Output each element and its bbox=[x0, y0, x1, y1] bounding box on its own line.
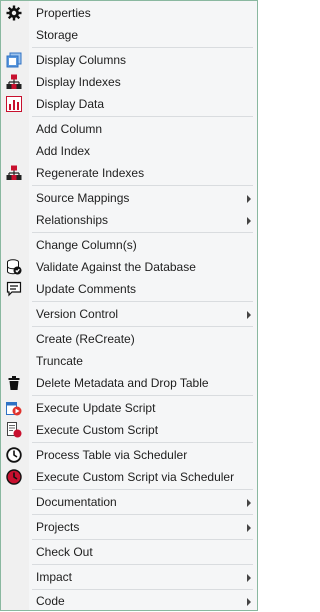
menu-item-label: Display Indexes bbox=[36, 75, 121, 89]
menu-separator bbox=[32, 326, 253, 327]
menu-item-label: Check Out bbox=[36, 545, 93, 559]
submenu-arrow-icon bbox=[247, 499, 251, 507]
menu-item-create-recreate[interactable]: Create (ReCreate) bbox=[1, 328, 257, 350]
menu-item-source-mappings[interactable]: Source Mappings bbox=[1, 187, 257, 209]
menu-separator bbox=[32, 489, 253, 490]
submenu-arrow-icon bbox=[247, 217, 251, 225]
data-chart-icon bbox=[6, 96, 22, 112]
red-clock-icon bbox=[6, 469, 22, 485]
submenu-arrow-icon bbox=[247, 524, 251, 532]
menu-item-version-control[interactable]: Version Control bbox=[1, 303, 257, 325]
execute-script-icon bbox=[6, 400, 22, 416]
submenu-arrow-icon bbox=[247, 574, 251, 582]
menu-item-label: Relationships bbox=[36, 213, 109, 227]
menu-item-update-comments[interactable]: Update Comments bbox=[1, 278, 257, 300]
menu-item-validate-against-database[interactable]: Validate Against the Database bbox=[1, 256, 257, 278]
menu-item-regenerate-indexes[interactable]: Regenerate Indexes bbox=[1, 162, 257, 184]
menu-item-change-columns[interactable]: Change Column(s) bbox=[1, 234, 257, 256]
menu-separator bbox=[32, 564, 253, 565]
menu-item-execute-custom-script-via-scheduler[interactable]: Execute Custom Script via Scheduler bbox=[1, 466, 257, 488]
menu-item-label: Version Control bbox=[36, 307, 119, 321]
database-validate-icon bbox=[6, 259, 22, 275]
menu-item-relationships[interactable]: Relationships bbox=[1, 209, 257, 231]
menu-item-label: Storage bbox=[36, 28, 79, 42]
menu-separator bbox=[32, 185, 253, 186]
menu-item-label: Execute Custom Script bbox=[36, 423, 159, 437]
menu-item-impact[interactable]: Impact bbox=[1, 566, 257, 588]
menu-separator bbox=[32, 116, 253, 117]
menu-item-truncate[interactable]: Truncate bbox=[1, 350, 257, 372]
columns-icon bbox=[6, 52, 22, 68]
context-menu: Properties Storage Display Columns Displ… bbox=[0, 0, 258, 611]
submenu-arrow-icon bbox=[247, 311, 251, 319]
menu-item-properties[interactable]: Properties bbox=[1, 2, 257, 24]
menu-item-display-indexes[interactable]: Display Indexes bbox=[1, 71, 257, 93]
menu-item-projects[interactable]: Projects bbox=[1, 516, 257, 538]
comment-icon bbox=[6, 281, 22, 297]
menu-separator bbox=[32, 232, 253, 233]
menu-item-check-out[interactable]: Check Out bbox=[1, 541, 257, 563]
menu-item-label: Validate Against the Database bbox=[36, 260, 196, 274]
menu-item-label: Add Index bbox=[36, 144, 91, 158]
menu-item-label: Update Comments bbox=[36, 282, 137, 296]
submenu-arrow-icon bbox=[247, 598, 251, 606]
submenu-arrow-icon bbox=[247, 195, 251, 203]
menu-item-label: Projects bbox=[36, 520, 80, 534]
menu-item-storage[interactable]: Storage bbox=[1, 24, 257, 46]
menu-item-label: Execute Custom Script via Scheduler bbox=[36, 470, 235, 484]
menu-item-execute-update-script[interactable]: Execute Update Script bbox=[1, 397, 257, 419]
menu-item-label: Execute Update Script bbox=[36, 401, 156, 415]
menu-separator bbox=[32, 47, 253, 48]
menu-item-add-column[interactable]: Add Column bbox=[1, 118, 257, 140]
menu-separator bbox=[32, 442, 253, 443]
menu-separator bbox=[32, 539, 253, 540]
menu-item-label: Documentation bbox=[36, 495, 117, 509]
menu-separator bbox=[32, 301, 253, 302]
index-hierarchy-icon bbox=[6, 165, 22, 181]
menu-item-process-table-via-scheduler[interactable]: Process Table via Scheduler bbox=[1, 444, 257, 466]
menu-item-label: Delete Metadata and Drop Table bbox=[36, 376, 209, 390]
menu-item-add-index[interactable]: Add Index bbox=[1, 140, 257, 162]
index-hierarchy-icon bbox=[6, 74, 22, 90]
menu-item-label: Regenerate Indexes bbox=[36, 166, 145, 180]
menu-item-code[interactable]: Code bbox=[1, 590, 257, 612]
menu-item-display-data[interactable]: Display Data bbox=[1, 93, 257, 115]
menu-item-label: Source Mappings bbox=[36, 191, 130, 205]
gear-icon bbox=[6, 5, 22, 21]
clock-icon bbox=[6, 447, 22, 463]
menu-item-label: Properties bbox=[36, 6, 91, 20]
menu-item-label: Truncate bbox=[36, 354, 83, 368]
menu-item-documentation[interactable]: Documentation bbox=[1, 491, 257, 513]
menu-item-label: Change Column(s) bbox=[36, 238, 137, 252]
menu-item-execute-custom-script[interactable]: Execute Custom Script bbox=[1, 419, 257, 441]
custom-script-icon bbox=[6, 422, 22, 438]
menu-item-label: Code bbox=[36, 594, 65, 608]
menu-item-label: Create (ReCreate) bbox=[36, 332, 135, 346]
menu-separator bbox=[32, 514, 253, 515]
menu-item-display-columns[interactable]: Display Columns bbox=[1, 49, 257, 71]
menu-item-label: Display Data bbox=[36, 97, 105, 111]
menu-item-delete-metadata-drop-table[interactable]: Delete Metadata and Drop Table bbox=[1, 372, 257, 394]
menu-item-label: Impact bbox=[36, 570, 73, 584]
menu-item-label: Process Table via Scheduler bbox=[36, 448, 188, 462]
menu-separator bbox=[32, 395, 253, 396]
trash-icon bbox=[6, 375, 22, 391]
menu-item-label: Display Columns bbox=[36, 53, 127, 67]
menu-item-label: Add Column bbox=[36, 122, 103, 136]
